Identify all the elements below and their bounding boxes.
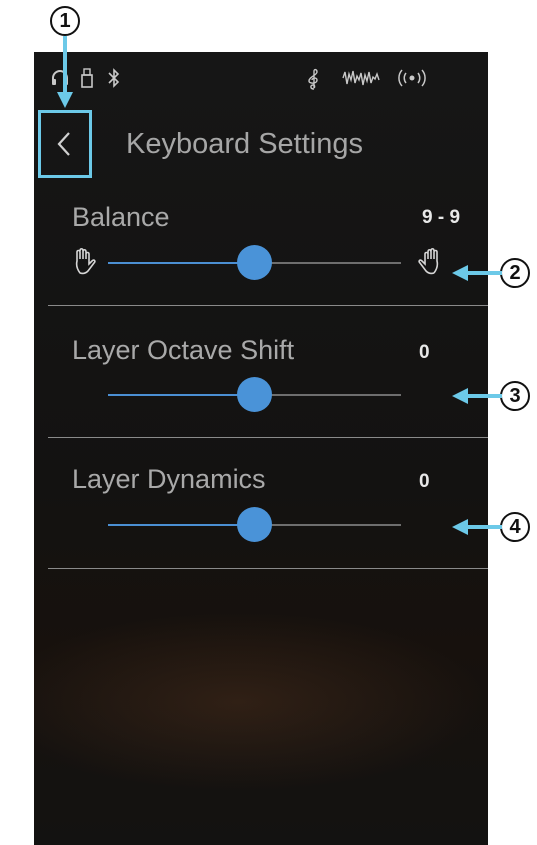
background-glow [34, 612, 488, 792]
divider [48, 568, 488, 569]
callout-3: 3 [500, 381, 530, 411]
callout-4-arrow-icon [452, 519, 502, 535]
hand-right-icon [418, 247, 439, 275]
chevron-left-icon [57, 132, 70, 156]
piano-app-screen: Keyboard Settings Balance 9 - 9 Layer Oc… [34, 52, 488, 845]
bluetooth-icon [108, 68, 120, 93]
callout-1: 1 [50, 6, 80, 36]
callout-4: 4 [500, 512, 530, 542]
balance-label: Balance [72, 202, 170, 232]
page-title: Keyboard Settings [126, 128, 363, 160]
layer-dynamics-label: Layer Dynamics [72, 464, 266, 494]
layer-dynamics-slider[interactable] [108, 507, 401, 542]
layer-dynamics-slider-fill [108, 524, 255, 526]
usb-drive-icon [80, 68, 94, 93]
divider [48, 305, 488, 306]
divider [48, 437, 488, 438]
back-button[interactable] [38, 110, 92, 178]
balance-slider[interactable] [108, 245, 401, 280]
balance-value: 9 - 9 [422, 207, 461, 228]
status-bar [34, 52, 488, 104]
hand-left-icon [75, 247, 96, 275]
layer-dynamics-value: 0 [419, 471, 430, 492]
callout-2: 2 [500, 258, 530, 288]
layer-octave-shift-value: 0 [419, 342, 430, 363]
wireless-icon [396, 68, 428, 93]
layer-octave-shift-label: Layer Octave Shift [72, 335, 295, 365]
callout-3-arrow-icon [452, 388, 502, 404]
callout-2-arrow-icon [452, 265, 502, 281]
layer-octave-shift-slider[interactable] [108, 377, 401, 412]
waveform-icon [342, 68, 380, 93]
layer-octave-shift-slider-fill [108, 394, 255, 396]
balance-slider-thumb[interactable] [237, 245, 272, 280]
layer-dynamics-slider-thumb[interactable] [237, 507, 272, 542]
callout-1-arrow-icon [57, 36, 73, 108]
layer-octave-shift-slider-thumb[interactable] [237, 377, 272, 412]
treble-clef-icon [306, 68, 320, 95]
balance-slider-fill [108, 262, 255, 264]
